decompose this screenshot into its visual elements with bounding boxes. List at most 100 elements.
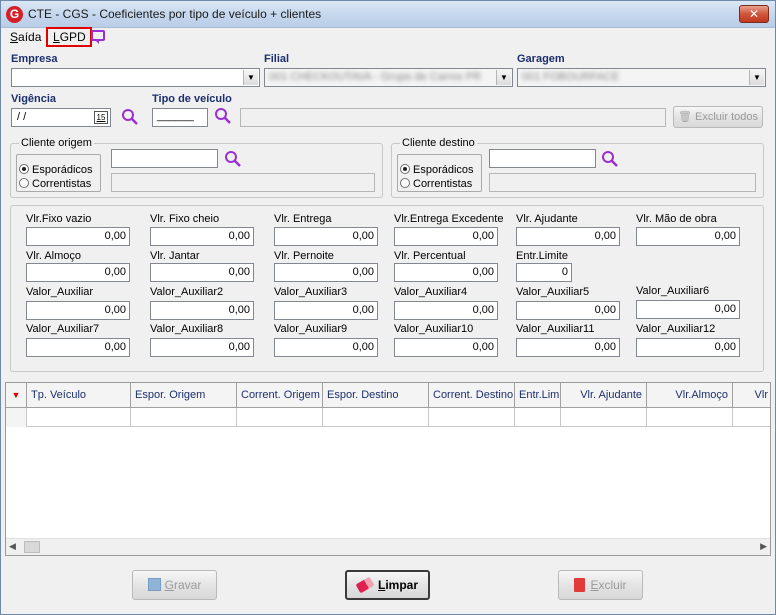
vlr-percentual-input[interactable]: 0,00 <box>394 263 498 282</box>
gravar-label: ravar <box>174 578 202 592</box>
value-label: Vlr. Percentual <box>394 250 466 262</box>
valor-auxiliar11-input[interactable]: 0,00 <box>516 338 620 357</box>
close-button[interactable]: ✕ <box>739 5 769 23</box>
vlr-ajudante-input[interactable]: 0,00 <box>516 227 620 246</box>
chat-icon[interactable] <box>91 30 105 44</box>
table-cell[interactable] <box>561 408 647 427</box>
column-header[interactable]: Vlr <box>733 383 770 408</box>
excluir-todos-button[interactable]: 🗑 Excluir todos <box>673 106 763 128</box>
cliente-origem-group: Cliente origem Esporádicos Correntistas <box>10 137 383 198</box>
table-cell[interactable] <box>323 408 429 427</box>
vlr-pernoite-input[interactable]: 0,00 <box>274 263 378 282</box>
valor-auxiliar2-input[interactable]: 0,00 <box>150 301 254 320</box>
chevron-down-icon[interactable]: ▼ <box>749 70 764 85</box>
origem-correntistas-label: Correntistas <box>32 178 92 190</box>
value-label: Vlr. Mão de obra <box>636 213 717 225</box>
vlr-mao-obra-input[interactable]: 0,00 <box>636 227 740 246</box>
vlr-fixo-cheio-input[interactable]: 0,00 <box>150 227 254 246</box>
search-icon[interactable] <box>121 108 139 126</box>
chevron-right-icon[interactable]: ▶ <box>760 541 767 552</box>
menu-saida-mnemonic: S <box>10 30 19 44</box>
valor-auxiliar6-input[interactable]: 0,00 <box>636 300 740 319</box>
table-row[interactable] <box>6 408 770 427</box>
tipo-veiculo-input[interactable]: ______ <box>152 108 208 127</box>
menu-lgpd-label: GPD <box>59 30 86 44</box>
garagem-select[interactable]: 001 FOBOURFACE ▼ <box>517 68 766 87</box>
vlr-entrega-input[interactable]: 0,00 <box>274 227 378 246</box>
chevron-down-icon[interactable]: ▼ <box>243 70 258 85</box>
table-cell[interactable] <box>429 408 515 427</box>
vlr-jantar-input[interactable]: 0,00 <box>150 263 254 282</box>
table-cell[interactable] <box>27 408 131 427</box>
valor-auxiliar4-input[interactable]: 0,00 <box>394 301 498 320</box>
entr-limite-input[interactable]: 0 <box>516 263 572 282</box>
table-cell[interactable] <box>647 408 733 427</box>
filial-label: Filial <box>264 53 290 65</box>
valor-auxiliar8-input[interactable]: 0,00 <box>150 338 254 357</box>
radio-selected-icon[interactable] <box>19 164 29 174</box>
column-header[interactable]: Tp. Veículo <box>27 383 131 408</box>
table-cell[interactable] <box>515 408 561 427</box>
search-icon[interactable] <box>224 150 242 168</box>
table-cell[interactable] <box>131 408 237 427</box>
destino-correntistas-radio[interactable]: Correntistas <box>400 178 472 190</box>
chevron-left-icon[interactable]: ◀ <box>9 541 16 552</box>
coeficientes-grid[interactable]: ▼ Tp. Veículo Espor. Origem Corrent. Ori… <box>5 382 771 556</box>
limpar-button[interactable]: Limpar <box>345 570 430 600</box>
search-icon[interactable] <box>214 107 232 125</box>
menu-lgpd[interactable]: LGPD <box>46 27 92 47</box>
radio-unselected-icon[interactable] <box>19 178 29 188</box>
column-header[interactable]: Vlr. Ajudante <box>561 383 647 408</box>
calendar-icon[interactable]: 15 <box>94 111 108 124</box>
search-icon[interactable] <box>601 150 619 168</box>
vlr-almoco-input[interactable]: 0,00 <box>26 263 130 282</box>
value-label: Vlr. Entrega <box>274 213 332 225</box>
gravar-button[interactable]: Gravar <box>132 570 217 600</box>
garagem-label: Garagem <box>517 53 565 65</box>
radio-unselected-icon[interactable] <box>400 178 410 188</box>
excluir-button[interactable]: Excluir <box>558 570 643 600</box>
destino-esporadicos-radio[interactable]: Esporádicos <box>400 164 474 176</box>
vlr-fixo-vazio-input[interactable]: 0,00 <box>26 227 130 246</box>
sort-indicator-icon[interactable]: ▼ <box>6 383 27 408</box>
vigencia-date-input[interactable]: / / 15 <box>11 108 111 127</box>
value-label: Valor_Auxiliar <box>26 286 94 298</box>
row-indicator[interactable] <box>6 408 27 427</box>
column-header[interactable]: Corrent. Destino <box>429 383 515 408</box>
table-cell[interactable] <box>237 408 323 427</box>
vigencia-label: Vigência <box>11 93 57 105</box>
valor-auxiliar3-input[interactable]: 0,00 <box>274 301 378 320</box>
valor-auxiliar10-input[interactable]: 0,00 <box>394 338 498 357</box>
column-header[interactable]: Corrent. Origem <box>237 383 323 408</box>
horizontal-scrollbar[interactable]: ◀ ▶ <box>6 538 770 555</box>
menu-saida[interactable]: Saída <box>10 30 41 44</box>
radio-selected-icon[interactable] <box>400 164 410 174</box>
origem-esporadicos-radio[interactable]: Esporádicos <box>19 164 93 176</box>
value-label: Entr.Limite <box>516 250 568 262</box>
column-header[interactable]: Espor. Origem <box>131 383 237 408</box>
value-label: Valor_Auxiliar6 <box>636 285 710 297</box>
origem-esporadicos-label: Esporádicos <box>32 164 93 176</box>
valor-auxiliar12-input[interactable]: 0,00 <box>636 338 740 357</box>
origem-correntistas-radio[interactable]: Correntistas <box>19 178 91 190</box>
valor-auxiliar7-input[interactable]: 0,00 <box>26 338 130 357</box>
column-header[interactable]: Espor. Destino <box>323 383 429 408</box>
column-header[interactable]: Vlr.Almoço <box>647 383 733 408</box>
scrollbar-thumb[interactable] <box>24 541 40 553</box>
grid-header: ▼ Tp. Veículo Espor. Origem Corrent. Ori… <box>6 383 770 408</box>
column-header[interactable]: Entr.Lim <box>515 383 561 408</box>
valor-auxiliar9-input[interactable]: 0,00 <box>274 338 378 357</box>
vlr-entrega-excedente-input[interactable]: 0,00 <box>394 227 498 246</box>
filial-select[interactable]: 001 CHECKOUTAVA - Grupo de Carros PR ▼ <box>264 68 513 87</box>
cliente-destino-title: Cliente destino <box>400 137 477 149</box>
table-cell[interactable] <box>733 408 770 427</box>
cliente-origem-title: Cliente origem <box>19 137 94 149</box>
valor-auxiliar5-input[interactable]: 0,00 <box>516 301 620 320</box>
valor-auxiliar-input[interactable]: 0,00 <box>26 301 130 320</box>
chevron-down-icon[interactable]: ▼ <box>496 70 511 85</box>
cliente-destino-input[interactable] <box>489 149 596 168</box>
cliente-origem-input[interactable] <box>111 149 218 168</box>
value-label: Vlr.Entrega Excedente <box>394 213 504 225</box>
vigencia-value: / / <box>17 111 27 123</box>
empresa-select[interactable]: ▼ <box>11 68 260 87</box>
